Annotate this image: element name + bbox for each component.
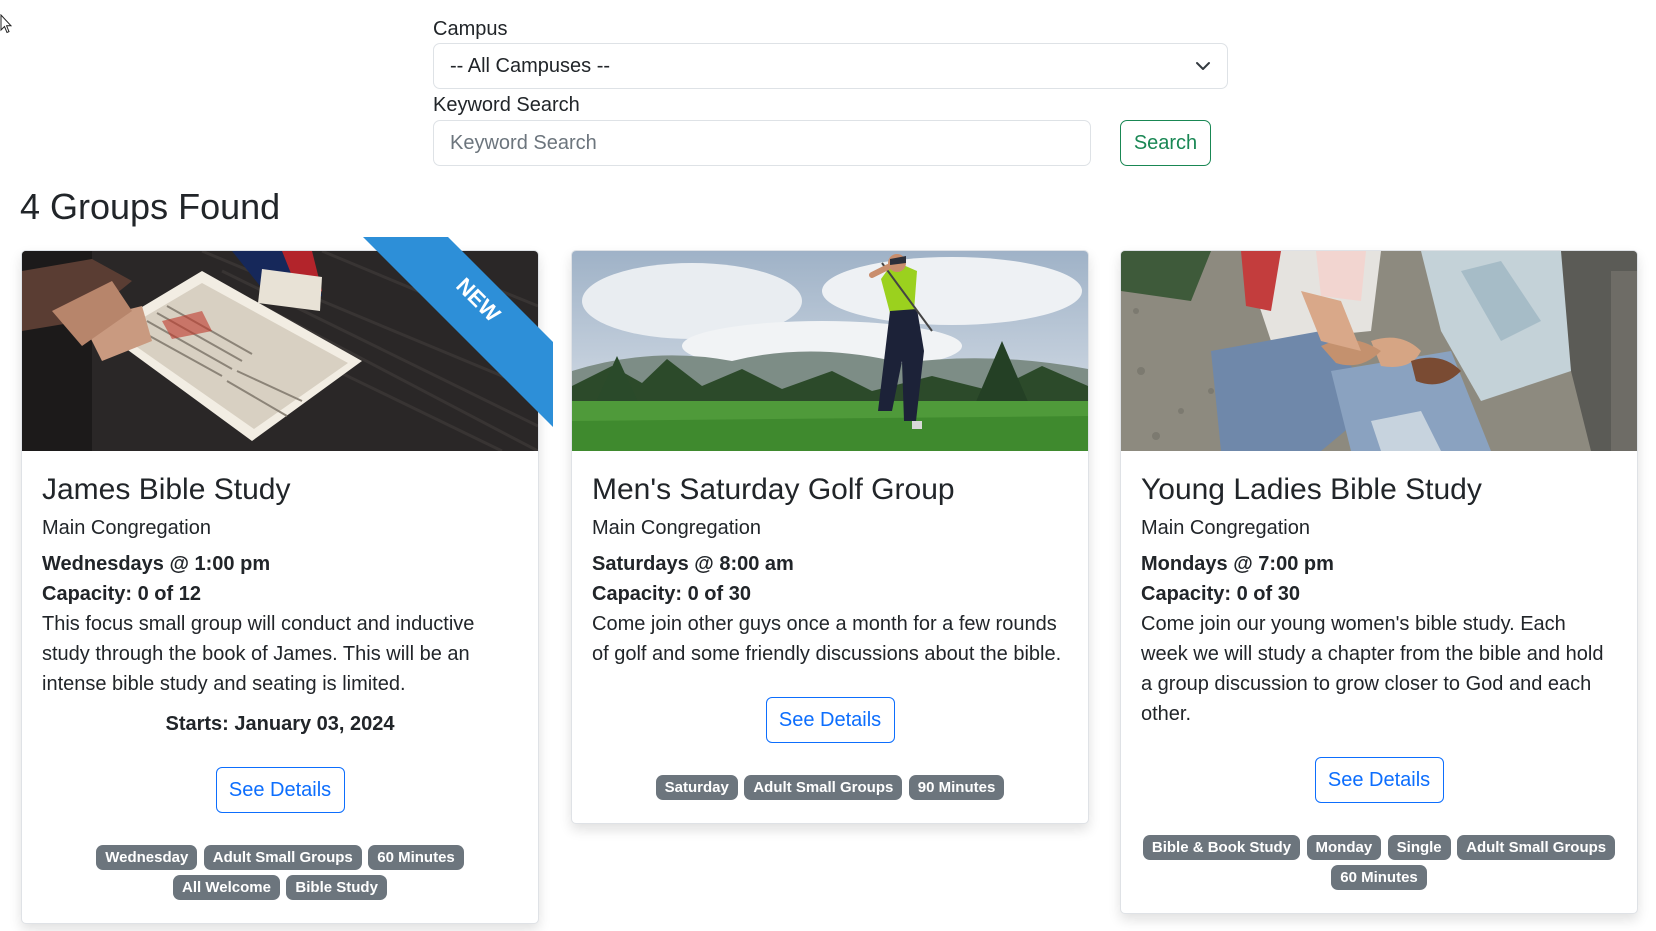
tag-badge: Monday — [1306, 835, 1382, 860]
search-button[interactable]: Search — [1120, 120, 1211, 166]
group-capacity: Capacity: 0 of 30 — [592, 583, 751, 605]
group-campus: Main Congregation — [1141, 517, 1310, 539]
see-details-button[interactable]: See Details — [765, 697, 895, 743]
campus-select[interactable]: -- All Campuses -- — [433, 43, 1228, 89]
tag-badge: 90 Minutes — [908, 775, 1005, 800]
group-card: Young Ladies Bible Study Main Congregati… — [1120, 250, 1638, 914]
group-capacity: Capacity: 0 of 30 — [1141, 583, 1300, 605]
campus-label: Campus — [433, 18, 508, 40]
campus-select-value: -- All Campuses -- — [450, 54, 611, 77]
group-meeting-time: Mondays @ 7:00 pm — [1141, 553, 1334, 575]
group-image-golf — [572, 251, 1088, 451]
group-card: James Bible Study Main Congregation Wedn… — [21, 250, 539, 924]
see-details-button[interactable]: See Details — [215, 767, 345, 813]
group-title: Young Ladies Bible Study — [1141, 473, 1482, 506]
group-meeting-time: Saturdays @ 8:00 am — [592, 553, 794, 575]
tag-badge: Wednesday — [96, 845, 198, 870]
group-meeting-time: Wednesdays @ 1:00 pm — [42, 553, 271, 575]
tag-badge: 60 Minutes — [1331, 865, 1427, 890]
see-details-button[interactable]: See Details — [1314, 757, 1444, 803]
tag-badge: Bible Study — [286, 875, 387, 900]
cursor-icon — [0, 14, 12, 34]
chevron-down-icon — [1196, 62, 1210, 70]
group-campus: Main Congregation — [42, 517, 211, 539]
keyword-label: Keyword Search — [433, 94, 580, 116]
group-title: Men's Saturday Golf Group — [592, 473, 955, 506]
group-start-date: Starts: January 03, 2024 — [165, 713, 395, 735]
group-description: Come join our young women's bible study.… — [1141, 613, 1604, 725]
group-capacity: Capacity: 0 of 12 — [42, 583, 201, 605]
group-image-bible — [22, 251, 538, 451]
group-description: Come join other guys once a month for a … — [592, 613, 1062, 665]
group-title: James Bible Study — [42, 473, 291, 506]
results-count-heading: 4 Groups Found — [20, 186, 281, 227]
group-campus: Main Congregation — [592, 517, 761, 539]
group-tags: Wednesday Adult Small Groups 60 Minutes … — [22, 843, 538, 923]
keyword-search-input[interactable] — [433, 120, 1091, 166]
group-tags: Bible & Book Study Monday Single Adult S… — [1121, 833, 1637, 913]
tag-badge: Saturday — [655, 775, 738, 800]
tag-badge: Adult Small Groups — [203, 845, 362, 870]
group-tags: Saturday Adult Small Groups 90 Minutes — [572, 773, 1088, 823]
tag-badge: Single — [1387, 835, 1451, 860]
group-image-ladies — [1121, 251, 1637, 451]
group-card: Men's Saturday Golf Group Main Congregat… — [571, 250, 1089, 824]
tag-badge: All Welcome — [173, 875, 280, 900]
tag-badge: Adult Small Groups — [744, 775, 903, 800]
tag-badge: Bible & Book Study — [1142, 835, 1301, 860]
tag-badge: Adult Small Groups — [1457, 835, 1616, 860]
group-description: This focus small group will conduct and … — [42, 613, 475, 695]
tag-badge: 60 Minutes — [368, 845, 464, 870]
